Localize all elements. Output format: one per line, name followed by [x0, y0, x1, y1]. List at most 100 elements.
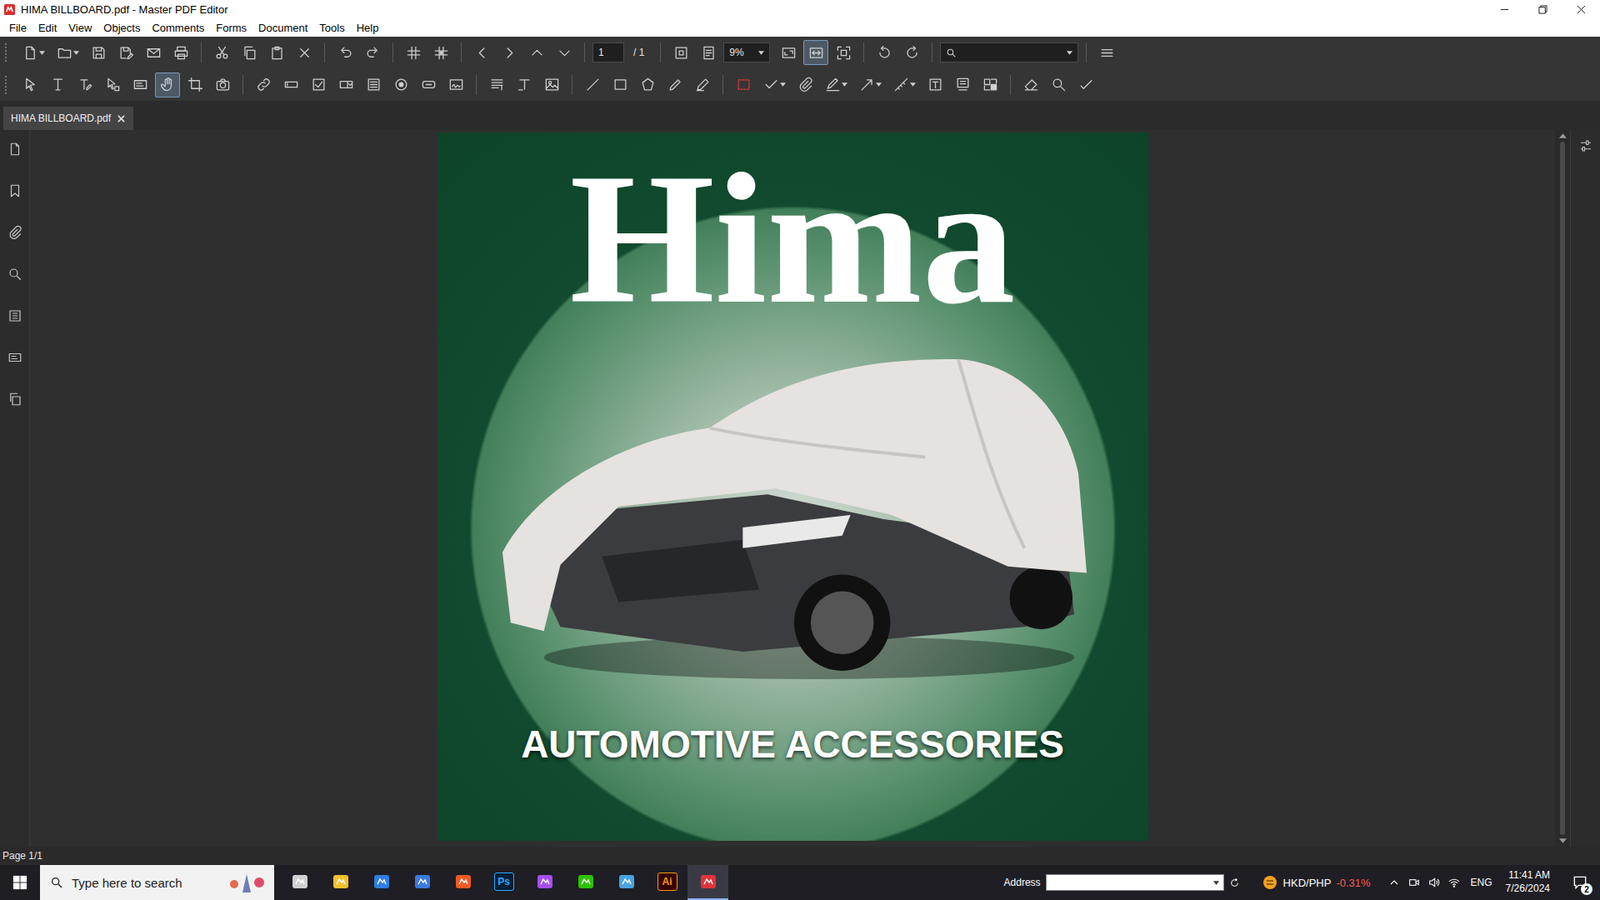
scroll-down-icon[interactable] [1559, 838, 1567, 844]
taskbar-app[interactable] [565, 865, 606, 900]
menu-item[interactable]: Forms [210, 20, 253, 36]
view-button[interactable] [668, 40, 694, 65]
toolbar-button[interactable] [264, 40, 290, 65]
refresh-icon[interactable] [1229, 877, 1240, 889]
notifications-button[interactable]: 2 [1565, 867, 1595, 898]
menu-button[interactable] [1094, 40, 1120, 65]
toolbar-button[interactable] [496, 40, 522, 65]
sidebar-button[interactable] [3, 136, 27, 162]
sliders-icon[interactable] [1578, 138, 1594, 154]
zoom-field[interactable]: 9% [723, 42, 770, 63]
tool-button[interactable] [1018, 72, 1044, 98]
tool-button[interactable] [977, 72, 1003, 98]
minimize-button[interactable] [1485, 0, 1524, 19]
tool-button[interactable] [100, 72, 125, 98]
zoom-button[interactable] [775, 40, 801, 65]
document-tab[interactable]: HIMA BILLBOARD.pdf [3, 106, 134, 130]
toolbar-grip[interactable] [5, 75, 10, 95]
toolbar-button[interactable] [428, 40, 454, 65]
toolbar-button[interactable] [360, 40, 385, 65]
taskbar-app[interactable] [524, 865, 565, 900]
search-input[interactable] [960, 45, 1064, 60]
tool-button[interactable] [792, 72, 818, 98]
taskbar-app[interactable] [279, 865, 320, 900]
toolbar-button[interactable] [236, 40, 262, 65]
taskbar-app[interactable]: Ai [646, 865, 688, 900]
tool-button[interactable] [539, 72, 565, 98]
tool-button[interactable] [333, 72, 359, 98]
toolbar-button[interactable] [51, 40, 84, 65]
toolbar-button[interactable] [524, 40, 550, 65]
volume-icon[interactable] [1427, 875, 1441, 890]
page-number-field[interactable]: 1 [592, 42, 625, 63]
zoom-button[interactable] [830, 40, 856, 65]
currency-ticker[interactable]: HKD/PHP-0.31% [1261, 874, 1371, 891]
sidebar-button[interactable] [3, 386, 27, 412]
zoom-button[interactable] [803, 40, 829, 65]
tool-button[interactable] [758, 72, 790, 98]
search-field[interactable] [940, 42, 1079, 63]
meet-now-icon[interactable] [1407, 875, 1421, 890]
toolbar-button[interactable] [85, 40, 111, 65]
tool-button[interactable] [888, 72, 920, 98]
close-button[interactable] [1561, 0, 1600, 19]
tool-button[interactable] [730, 72, 756, 98]
menu-item[interactable]: Objects [97, 20, 146, 36]
tool-button[interactable] [250, 72, 276, 98]
sidebar-button[interactable] [3, 345, 27, 370]
tool-button[interactable] [607, 72, 633, 98]
toolbar-grip[interactable] [5, 43, 10, 62]
menu-item[interactable]: File [3, 20, 33, 36]
taskbar-app[interactable] [687, 865, 729, 900]
scroll-thumb[interactable] [1560, 141, 1565, 835]
clock[interactable]: 11:41 AM7/26/2024 [1505, 869, 1550, 895]
toolbar-button[interactable] [332, 40, 358, 65]
rotate-button[interactable] [899, 40, 925, 65]
tool-button[interactable] [72, 72, 98, 98]
tool-button[interactable] [950, 72, 975, 98]
sidebar-button[interactable] [3, 303, 27, 329]
tool-button[interactable] [443, 72, 469, 98]
tool-button[interactable] [854, 72, 886, 98]
tool-button[interactable] [1045, 72, 1071, 98]
toolbar-button[interactable] [469, 40, 495, 65]
menu-item[interactable]: Tools [313, 20, 350, 36]
restore-button[interactable] [1523, 0, 1562, 19]
tool-button[interactable] [922, 72, 948, 98]
start-button[interactable] [0, 865, 40, 900]
tool-button[interactable] [278, 72, 304, 98]
menu-item[interactable]: Document [252, 20, 314, 36]
vertical-scrollbar[interactable] [1555, 130, 1570, 847]
address-field[interactable] [1045, 874, 1225, 891]
tool-button[interactable] [820, 72, 852, 98]
taskbar-app[interactable]: Ps [483, 865, 525, 900]
document-view[interactable]: HimaAUTOMOTIVE ACCESSORIES [30, 130, 1555, 847]
tool-button[interactable] [662, 72, 688, 98]
toolbar-button[interactable] [17, 40, 50, 65]
taskbar-app[interactable] [360, 865, 402, 900]
tool-button[interactable] [155, 72, 180, 98]
tool-button[interactable] [511, 72, 537, 98]
taskbar-app[interactable] [320, 865, 361, 900]
rotate-button[interactable] [871, 40, 897, 65]
toolbar-button[interactable] [168, 40, 194, 65]
tool-button[interactable] [17, 72, 43, 98]
view-button[interactable] [695, 40, 721, 65]
scroll-up-icon[interactable] [1559, 133, 1567, 139]
toolbar-button[interactable] [400, 40, 426, 65]
taskbar-app[interactable] [442, 865, 484, 900]
tool-button[interactable] [127, 72, 153, 98]
taskbar-app[interactable] [605, 865, 647, 900]
tool-button[interactable] [45, 72, 70, 98]
toolbar-button[interactable] [140, 40, 166, 65]
tool-button[interactable] [635, 72, 660, 98]
tool-button[interactable] [305, 72, 331, 98]
tool-button[interactable] [360, 72, 386, 98]
taskbar-search[interactable]: Type here to search [40, 865, 275, 900]
toolbar-button[interactable] [113, 40, 139, 65]
tool-button[interactable] [415, 72, 441, 98]
menu-item[interactable]: Edit [32, 20, 63, 36]
menu-item[interactable]: Help [350, 20, 385, 36]
tool-button[interactable] [580, 72, 605, 98]
tool-button[interactable] [484, 72, 510, 98]
